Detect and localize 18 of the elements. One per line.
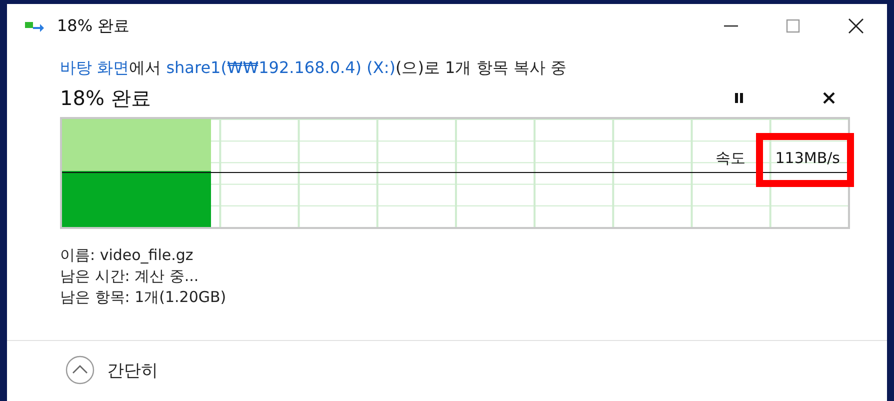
copy-arrow-icon bbox=[25, 19, 45, 33]
speed-label: 속도 bbox=[715, 149, 746, 168]
detail-line: 남은 시간: 계산 중... bbox=[60, 266, 200, 287]
maximize-icon bbox=[785, 18, 801, 34]
minimize-icon bbox=[724, 25, 738, 27]
location-link[interactable]: 바탕 화면 bbox=[60, 58, 130, 77]
detail-line: 남은 항목: 1개(1.20GB) bbox=[60, 287, 228, 308]
collapse-toggle[interactable]: 간단히 bbox=[65, 355, 158, 385]
speed-value: 113MB/s bbox=[775, 149, 840, 168]
pause-icon bbox=[733, 92, 745, 104]
progress-title: 18% 완료 bbox=[60, 84, 152, 112]
close-icon bbox=[847, 17, 865, 35]
window-title: 18% 완료 bbox=[57, 16, 131, 36]
close-icon bbox=[823, 92, 835, 104]
copy-description: 바탕 화면에서 share1(₩₩192.168.0.4) (X:)(으)로 1개 항목 복사 중 bbox=[60, 58, 568, 79]
location-link[interactable]: share1(₩₩192.168.0.4) (X:) bbox=[166, 58, 396, 77]
detail-line: 이름: video_file.gz bbox=[60, 245, 194, 266]
chevron-up-icon bbox=[65, 355, 95, 385]
